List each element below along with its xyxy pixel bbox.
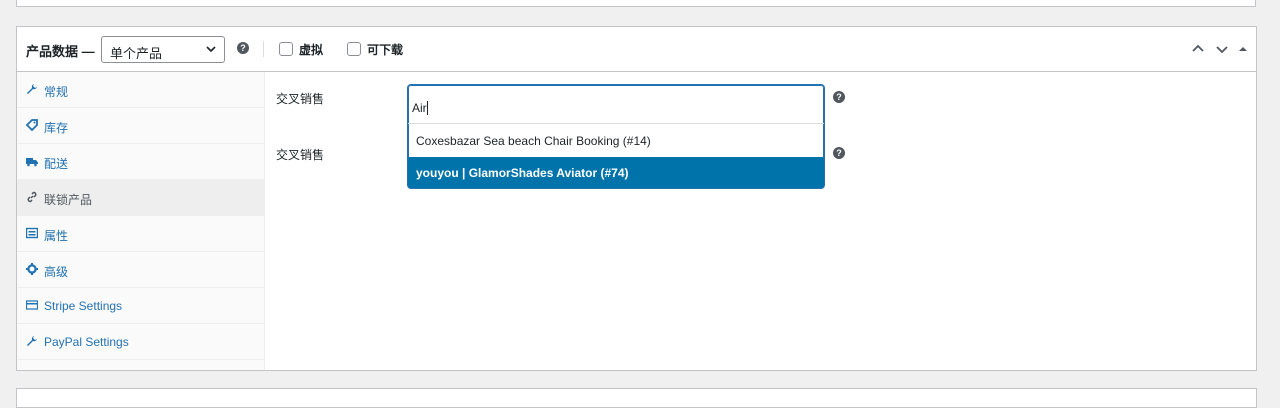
field-label: 交叉销售 <box>276 148 325 162</box>
wrench-icon <box>27 336 37 346</box>
tab-attributes[interactable]: 属性 <box>17 216 265 252</box>
panel-title: 产品数据 — <box>26 44 95 59</box>
tab-label: 属性 <box>44 229 69 243</box>
field-label: 交叉销售 <box>276 92 325 106</box>
card-icon <box>26 300 38 310</box>
gear-icon <box>26 263 38 275</box>
tab-advanced[interactable]: 高级 <box>17 252 265 288</box>
move-down-icon[interactable] <box>1215 42 1229 56</box>
help-icon[interactable]: ? <box>833 91 845 103</box>
header-divider <box>263 41 264 57</box>
help-icon[interactable]: ? <box>833 147 845 159</box>
next-panel-edge <box>16 388 1257 408</box>
product-type-value: 单个产品 <box>110 46 163 61</box>
dropdown-divider <box>408 123 824 124</box>
tab-label: 常规 <box>44 85 69 99</box>
tab-label: Stripe Settings <box>44 299 123 313</box>
wrench-icon <box>27 84 37 94</box>
tab-paypal-settings[interactable]: PayPal Settings <box>17 324 265 360</box>
dropdown-option-highlighted[interactable]: youyou | GlamorShades Aviator (#74) <box>408 157 824 188</box>
tab-shipping[interactable]: 配送 <box>17 144 265 180</box>
product-data-tabs: 常规 库存 配送 联锁产品 属性 高级 Stripe Settings PayP… <box>17 72 265 370</box>
previous-panel-edge <box>16 0 1256 7</box>
collapse-toggle-icon[interactable] <box>1238 42 1248 56</box>
virtual-label: 虚拟 <box>299 43 324 57</box>
downloadable-checkbox[interactable] <box>347 42 361 56</box>
virtual-checkbox[interactable] <box>279 42 293 56</box>
truck-icon <box>26 158 38 167</box>
list-icon <box>26 227 38 239</box>
move-up-icon[interactable] <box>1191 42 1205 56</box>
product-data-panel: 产品数据 — 单个产品 ? 虚拟 可下载 常规 库存 配送 联锁产品 属性 高级… <box>16 26 1257 371</box>
tab-general[interactable]: 常规 <box>17 72 265 108</box>
panel-header: 产品数据 — 单个产品 ? 虚拟 可下载 <box>17 27 1256 72</box>
tab-label: 配送 <box>44 157 69 171</box>
chevron-down-icon <box>206 46 216 53</box>
tab-stripe-settings[interactable]: Stripe Settings <box>17 288 265 324</box>
tab-label: PayPal Settings <box>44 335 129 349</box>
tab-label: 库存 <box>44 121 69 135</box>
tab-label: 联锁产品 <box>44 193 93 207</box>
tag-icon <box>26 119 38 131</box>
product-search-dropdown: Air Coxesbazar Sea beach Chair Booking (… <box>407 84 825 189</box>
tab-label: 高级 <box>44 265 69 279</box>
tab-linked-products[interactable]: 联锁产品 <box>17 180 265 216</box>
search-input[interactable]: Air <box>412 101 428 115</box>
tab-inventory[interactable]: 库存 <box>17 108 265 144</box>
dropdown-option[interactable]: Coxesbazar Sea beach Chair Booking (#14) <box>408 125 824 157</box>
downloadable-label: 可下载 <box>367 43 404 57</box>
link-icon <box>27 191 37 203</box>
help-icon[interactable]: ? <box>237 42 249 54</box>
product-type-select[interactable]: 单个产品 <box>101 36 225 63</box>
